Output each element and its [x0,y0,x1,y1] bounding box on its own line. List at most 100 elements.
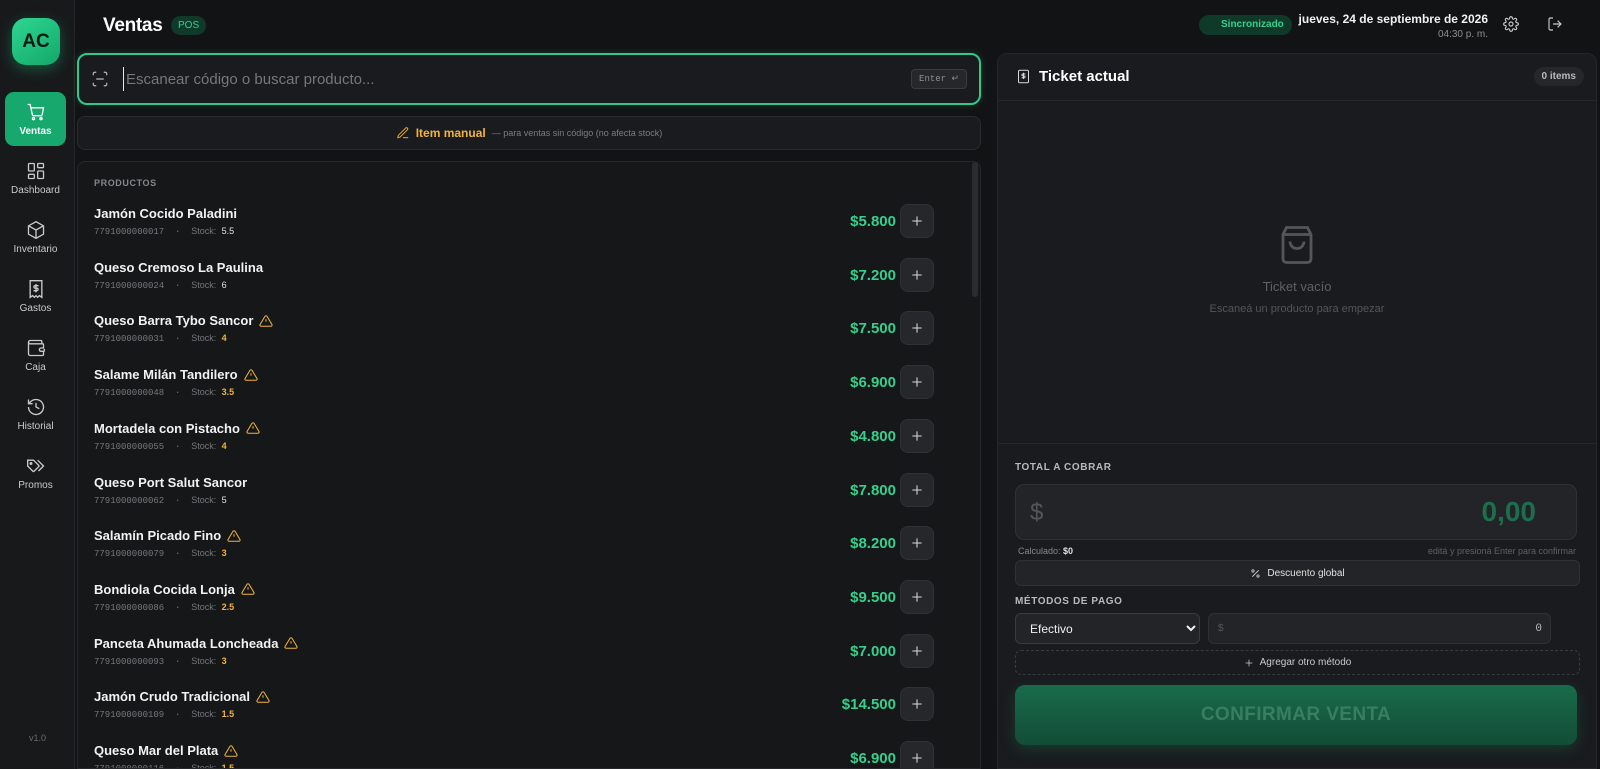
stock-value: 1.5 [221,763,235,769]
warning-icon [227,529,241,542]
pencil-icon [396,127,408,139]
nav-label: Gastos [19,302,52,314]
add-to-ticket-button[interactable] [900,472,934,507]
product-row[interactable]: Queso Cremoso La Paulina 7791000000024 · … [78,254,958,308]
logout-button[interactable] [1547,16,1565,34]
stock-label: Stock: [191,601,217,612]
nav-item-caja[interactable]: Caja [5,328,66,382]
product-price: $8.200 [850,535,896,553]
product-price: $14.500 [841,696,896,714]
stock-label: Stock: [191,279,217,290]
product-row[interactable]: Queso Port Salut Sancor 7791000000062 · S… [78,469,958,523]
global-discount-button[interactable]: Descuento global [1015,560,1580,586]
total-edit-hint: editá y presioná Enter para confirmar [1427,546,1576,556]
add-to-ticket-button[interactable] [900,418,934,453]
stock-value: 3 [221,655,227,666]
product-row[interactable]: Panceta Ahumada Loncheada 7791000000093 ·… [78,630,958,684]
product-row[interactable]: Queso Barra Tybo Sancor 7791000000031 · S… [78,307,958,361]
product-name: Jamón Crudo Tradicional [94,689,251,705]
product-list-heading: PRODUCTOS [94,178,157,188]
add-to-ticket-button[interactable] [900,687,934,722]
dashboard-icon [27,162,44,179]
stock-label: Stock: [191,709,217,720]
product-list-scrollbar[interactable] [972,162,978,297]
product-search-box: Enter ↵ [77,53,981,105]
add-to-ticket-button[interactable] [900,365,934,400]
topbar: Ventas POS Sincronizado jueves, 24 de se… [75,0,1600,50]
plus-icon [912,216,922,226]
product-row[interactable]: Salamín Picado Fino 7791000000079 · Stock… [78,522,958,576]
product-code: 7791000000062 [94,495,165,506]
stock-label: Stock: [191,548,217,559]
enter-key-hint: Enter ↵ [911,69,967,89]
nav-item-historial[interactable]: Historial [5,387,66,441]
nav-label: Inventario [13,243,58,255]
add-to-ticket-button[interactable] [900,257,934,292]
stock-value: 5.5 [221,226,235,236]
nav-item-ventas[interactable]: Ventas [5,92,66,146]
product-name: Salame Milán Tandilero [94,367,238,383]
warning-icon [224,744,238,757]
gear-icon [1503,16,1519,32]
product-meta: 7791000000055 · Stock: 4 [94,440,227,452]
payment-amount-field[interactable]: $ [1208,613,1551,644]
product-row[interactable]: Mortadela con Pistacho 7791000000055 · St… [78,415,958,469]
plus-icon [912,645,922,656]
tags-icon [26,459,44,472]
payment-method-select[interactable]: Efectivo [1015,613,1200,644]
stock-label: Stock: [191,333,217,344]
add-to-ticket-button[interactable] [900,204,934,238]
ticket-header: Ticket actual 0 items [998,54,1596,101]
nav-item-promos[interactable]: Promos [5,446,66,500]
manual-item-button[interactable]: Item manual — para ventas sin código (no… [77,116,981,150]
product-code: 7791000000017 [94,227,165,237]
product-name: Queso Port Salut Sancor [94,474,248,490]
product-row[interactable]: Bondiola Cocida Lonja 7791000000086 · Sto… [78,576,958,630]
manual-item-description: — para ventas sin código (no afecta stoc… [491,128,663,138]
sidebar: AC Ventas Dashboard Inventario Gastos Ca… [0,0,75,769]
product-name-wrap: Salamín Picado Fino [94,528,241,543]
stock-label: Stock: [191,655,217,666]
total-input[interactable]: $ 0,00 [1015,484,1577,540]
product-row[interactable]: Queso Mar del Plata 7791000000116 · Stock… [78,737,958,769]
calculated-label: Calculado: [1018,546,1061,556]
stock-label: Stock: [191,763,217,769]
add-to-ticket-button[interactable] [900,741,934,768]
payment-amount-input[interactable] [1242,620,1542,638]
stock-value: 3 [221,548,227,559]
product-price: $5.800 [850,213,896,230]
warning-icon [246,422,260,435]
nav-label: Ventas [19,125,52,137]
search-input[interactable] [123,67,893,91]
product-code: 7791000000024 [94,280,165,291]
warning-icon [243,368,258,381]
product-code: 7791000000093 [94,656,165,667]
empty-ticket-title: Ticket vacío [1262,279,1332,294]
product-row[interactable]: Jamón Crudo Tradicional 7791000000109 · S… [78,683,958,737]
total-amount: 0,00 [1481,496,1537,527]
settings-button[interactable] [1503,16,1521,34]
add-to-ticket-button[interactable] [900,311,934,346]
product-price: $7.500 [850,320,896,338]
nav-item-inventario[interactable]: Inventario [5,210,66,264]
product-row[interactable]: Salame Milán Tandilero 7791000000048 · St… [78,361,958,415]
product-meta: 7791000000116 · Stock: 1.5 [94,763,235,769]
nav-label: Historial [17,420,54,432]
nav-item-dashboard[interactable]: Dashboard [5,151,66,205]
product-name: Bondiola Cocida Lonja [94,581,235,597]
add-to-ticket-button[interactable] [900,633,934,668]
shopping-bag-icon [1281,226,1313,264]
nav-item-gastos[interactable]: Gastos [5,269,66,323]
add-to-ticket-button[interactable] [900,526,934,561]
add-payment-method-button[interactable]: Agregar otro método [1015,650,1580,675]
add-to-ticket-button[interactable] [900,579,934,614]
total-label: TOTAL A COBRAR [1015,462,1112,473]
product-price: $9.500 [850,588,896,606]
product-row[interactable]: Jamón Cocido Paladini 7791000000017 · Sto… [78,200,958,254]
stock-label: Stock: [191,387,217,398]
confirm-sale-button[interactable]: CONFIRMAR VENTA [1015,685,1577,745]
product-name-wrap: Panceta Ahumada Loncheada [94,636,299,651]
product-price: $4.800 [850,427,896,445]
stock-value: 5 [221,494,227,505]
product-meta: 7791000000017 · Stock: 5.5 [94,226,235,237]
